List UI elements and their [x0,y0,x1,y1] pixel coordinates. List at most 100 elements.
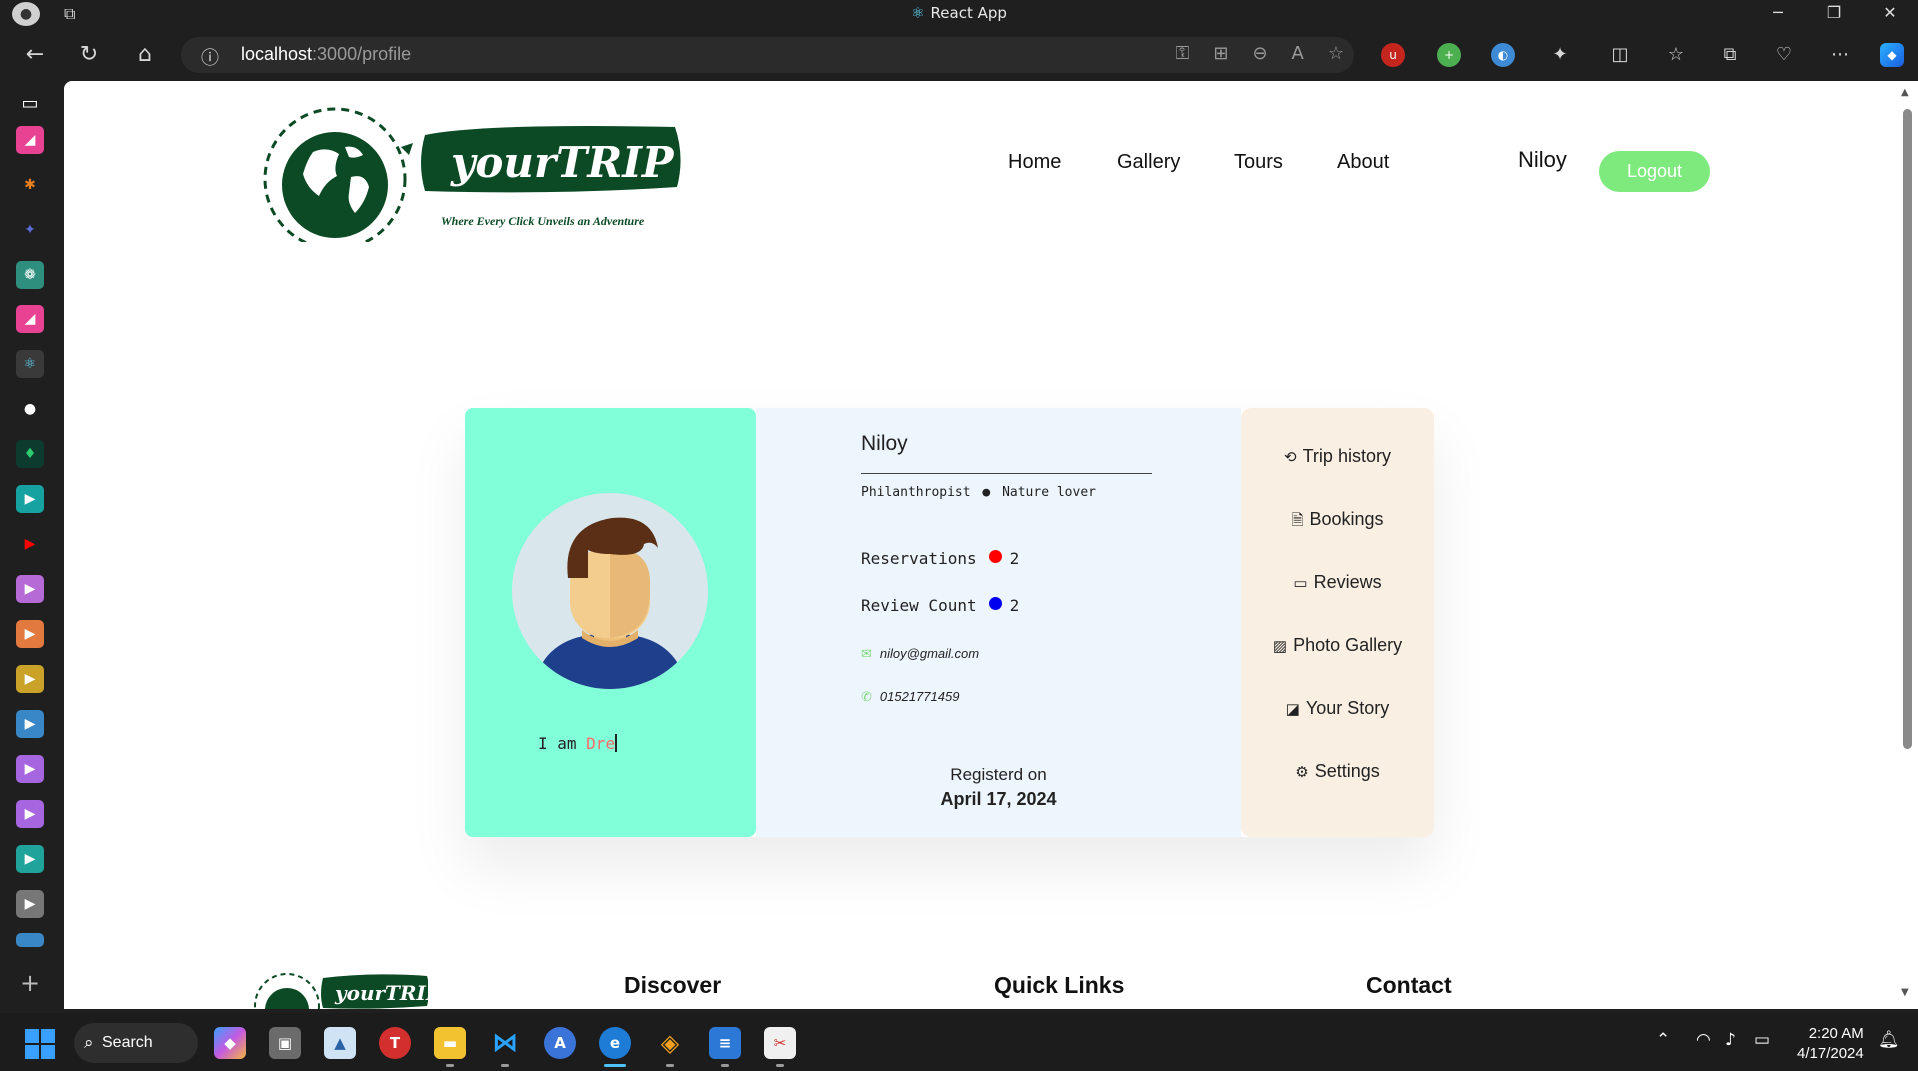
tab-icon-14[interactable]: ▶ [16,665,44,693]
menu-trip-history[interactable]: ⟲ Trip history [1241,446,1434,467]
tab-icon-5[interactable]: ◢ [16,305,44,333]
react-favicon-icon: ⚛ [911,4,925,22]
profile-phone: ✆ 01521771459 [861,689,960,704]
tab-icon-12[interactable]: ▶ [16,575,44,603]
nav-tours[interactable]: Tours [1234,151,1283,174]
tab-icon-github[interactable]: ● [16,395,44,423]
extensions-icon[interactable]: ✦ [1545,40,1575,70]
tab-icon-13[interactable]: ▶ [16,620,44,648]
back-icon[interactable]: ← [20,40,50,70]
profile-menu: ⟲ Trip history 🗎 Bookings ▭ Reviews ▨ Photo … [1241,408,1434,837]
menu-settings[interactable]: ⚙ Settings [1241,761,1434,782]
copilot-pre-app-icon[interactable]: ◆ [214,1027,246,1059]
t-app-icon[interactable]: T [379,1027,411,1059]
footer-logo[interactable]: yourTRIP [253,970,428,1009]
start-button[interactable] [25,1029,55,1059]
split-screen-icon[interactable]: ◫ [1605,40,1635,70]
gear-icon: ⚙ [1295,764,1309,781]
tab-icon-18[interactable]: ▶ [16,845,44,873]
edge-app-icon[interactable]: e [599,1027,631,1059]
gitkraken-icon[interactable]: ◈ [654,1027,686,1059]
address-bar[interactable]: ⓘ localhost:3000/profile ⚿ ⊞ ⊖ A ☆ [181,37,1354,73]
window-titlebar: ● ⧉ ⚛ React App ─ ❐ ✕ [0,0,1918,28]
running-indicator [446,1064,454,1067]
nav-about[interactable]: About [1337,151,1389,174]
read-aloud-icon[interactable]: A [1292,43,1304,64]
volume-icon[interactable]: ♪ [1725,1030,1736,1050]
footer-discover-heading: Discover [624,972,722,998]
copilot-icon[interactable]: ◆ [1880,43,1904,67]
favorite-star-icon[interactable]: ☆ [1328,43,1344,64]
more-icon[interactable]: ⋯ [1825,40,1855,70]
vscode-icon[interactable]: ⋈ [489,1027,521,1059]
tab-actions-icon[interactable]: ▭ [16,90,44,118]
task-view-app-icon[interactable]: ▣ [269,1027,301,1059]
menu-reviews[interactable]: ▭ Reviews [1241,572,1434,593]
site-info-icon[interactable]: ⓘ [201,44,219,70]
extension-color-icon[interactable]: ◐ [1491,43,1515,67]
tab-icon-16[interactable]: ▶ [16,755,44,783]
tab-icon-10[interactable]: ▶ [16,485,44,513]
windows-taskbar: ⌕ Search ◆ ▣ ▲ T ▬ ⋈ A e ◈ ≡ ✂ ⌃ ◠ ♪ ▭ 2:… [0,1013,1918,1071]
scroll-up-icon: ▲ [1901,87,1909,98]
collections-icon[interactable]: ⧉ [1715,40,1745,70]
site-logo[interactable]: yourTRIP Where Every Click Unveils an Ad… [253,107,683,242]
tab-icon-15[interactable]: ▶ [16,710,44,738]
tab-icon-2[interactable]: ✱ [16,171,44,199]
favorites-icon[interactable]: ☆ [1661,40,1691,70]
new-tab-icon[interactable]: + [16,969,44,997]
tab-icon-1[interactable]: ◢ [16,126,44,154]
extension-plus-icon[interactable]: + [1437,43,1461,67]
menu-photo-gallery[interactable]: ▨ Photo Gallery [1241,635,1434,656]
restore-button[interactable]: ❐ [1806,0,1862,28]
ublock-icon[interactable]: u [1381,43,1405,67]
tab-icon-youtube[interactable]: ▶ [16,530,44,558]
logo-tagline: Where Every Click Unveils an Adventure [441,214,645,228]
zoom-out-icon[interactable]: ⊖ [1252,43,1267,64]
notification-bell-icon[interactable]: 🔔︎ [1878,1030,1900,1050]
tab-icon-19[interactable]: ▶ [16,890,44,918]
menu-your-story[interactable]: ◪ Your Story [1241,698,1434,719]
nav-home[interactable]: Home [1008,151,1061,174]
footer-logo-text: yourTRIP [334,981,428,1005]
profile-avatar-image [512,493,708,689]
tab-icon-chatgpt[interactable]: ❁ [16,261,44,289]
scroll-thumb[interactable] [1903,109,1912,749]
notepad-icon[interactable]: ≡ [709,1027,741,1059]
tab-icon-17[interactable]: ▶ [16,800,44,828]
close-button[interactable]: ✕ [1862,0,1918,28]
tab-icon-20[interactable] [16,933,44,947]
registered-info: Registerd on April 17, 2024 [756,765,1241,810]
url-text[interactable]: localhost:3000/profile [241,44,411,65]
tab-icon-react-active[interactable]: ⚛ [16,350,44,378]
browser-essentials-icon[interactable]: ♡ [1769,40,1799,70]
nav-gallery[interactable]: Gallery [1117,151,1180,174]
snipping-tool-icon[interactable]: ✂ [764,1027,796,1059]
home-icon[interactable]: ⌂ [130,40,160,70]
photos-app-icon[interactable]: ▲ [324,1027,356,1059]
registered-date: April 17, 2024 [940,789,1057,809]
running-indicator [721,1064,729,1067]
tab-icon-mongodb[interactable]: ♦ [16,440,44,468]
mail-icon: ✉ [861,646,872,661]
key-icon[interactable]: ⚿ [1176,43,1190,64]
minimize-button[interactable]: ─ [1750,0,1806,28]
logo-text: yourTRIP [450,138,675,187]
wifi-icon[interactable]: ◠ [1696,1030,1711,1050]
page-scrollbar[interactable]: ▲ ▼ [1897,81,1918,1009]
taskbar-clock[interactable]: 2:20 AM 4/17/2024 [1797,1024,1864,1064]
reservations-stat: Reservations 2 [861,549,1020,568]
menu-bookings[interactable]: 🗎 Bookings [1241,509,1434,535]
battery-icon[interactable]: ▭ [1754,1030,1770,1050]
tab-icon-3[interactable]: ✦ [16,216,44,244]
image-icon: ▨ [1272,638,1288,655]
a-app-icon[interactable]: A [544,1027,576,1059]
chevron-up-icon[interactable]: ⌃ [1656,1030,1670,1050]
file-explorer-icon[interactable]: ▬ [434,1027,466,1059]
apps-icon[interactable]: ⊞ [1213,43,1228,64]
taskbar-search[interactable]: ⌕ Search [74,1023,198,1063]
logout-button[interactable]: Logout [1599,151,1710,192]
running-indicator [776,1064,784,1067]
refresh-icon[interactable]: ↻ [74,40,104,70]
document-icon: 🗎 [1291,512,1304,529]
